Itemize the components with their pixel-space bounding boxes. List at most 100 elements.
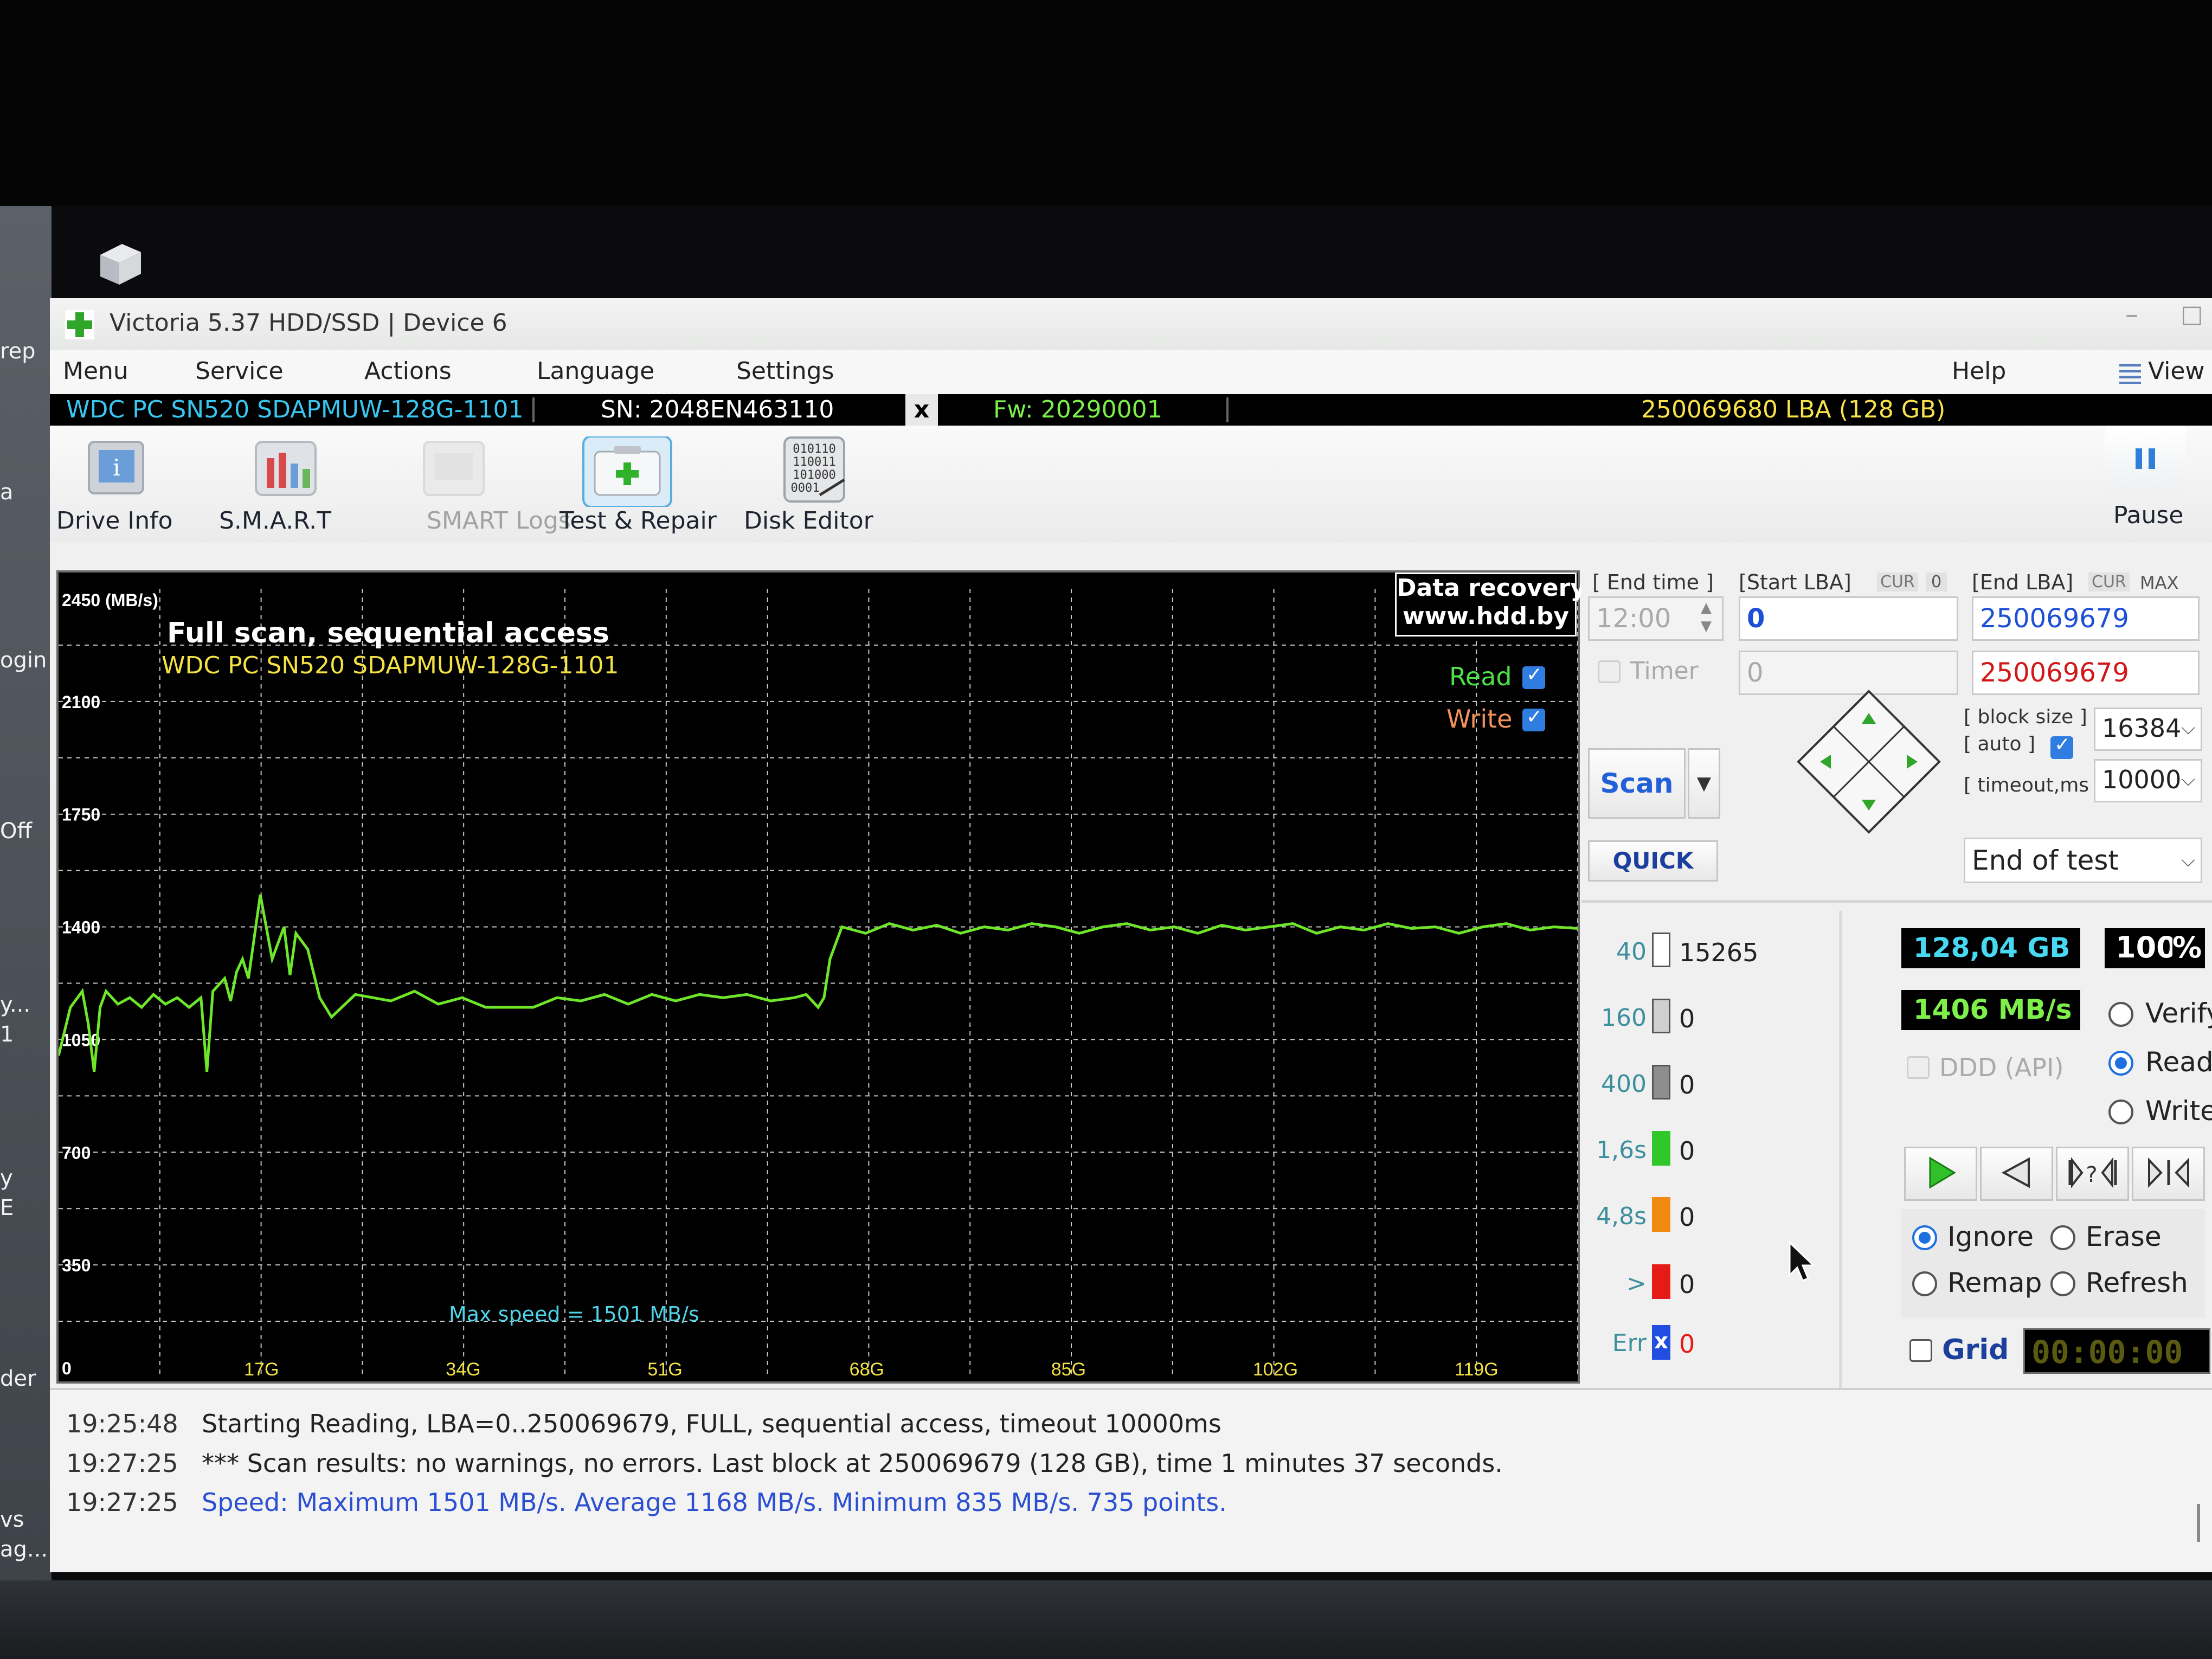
end-cur-button[interactable]: CUR: [2088, 573, 2130, 591]
y-tick-label: 2100: [62, 692, 100, 712]
counter-value: 15265: [1679, 938, 1759, 967]
counter-label: 4,8s: [1596, 1203, 1647, 1230]
desktop-label: a: [0, 480, 14, 505]
smart-bars-icon: [245, 436, 326, 501]
end-lba-input-2[interactable]: 250069679: [1972, 651, 2200, 695]
end-lba-input[interactable]: 250069679: [1972, 596, 2200, 641]
watermark-line2: www.hdd.by: [1402, 602, 1570, 630]
refresh-radio[interactable]: [2050, 1271, 2075, 1296]
title-bar[interactable]: Victoria 5.37 HDD/SSD | Device 6 – □: [50, 298, 2212, 350]
play-button[interactable]: [1904, 1147, 1977, 1201]
auto-label: [ auto ]: [1964, 733, 2035, 755]
verify-radio[interactable]: [2108, 1002, 2133, 1027]
minimize-button[interactable]: –: [2099, 298, 2164, 342]
ignore-radio[interactable]: [1912, 1225, 1937, 1250]
maximize-button[interactable]: □: [2181, 298, 2212, 342]
speed-readout: 1406 MB/s: [1901, 990, 2080, 1030]
svg-text:?: ?: [2086, 1162, 2097, 1187]
counter-value: 0: [1679, 1270, 1695, 1299]
toolbar: i Drive Info S.M.A.R.T SMART Logs Test &…: [50, 426, 2212, 542]
counter-label: 400: [1601, 1070, 1647, 1098]
menu-settings[interactable]: Settings: [736, 357, 834, 385]
device-model[interactable]: WDC PC SN520 SDAPMUW-128G-1101: [66, 394, 524, 426]
write-radio[interactable]: [2108, 1099, 2133, 1124]
percent-sign: %: [2172, 928, 2205, 968]
desktop-label: y...: [0, 992, 31, 1017]
end-lba-label: [End LBA]: [1972, 570, 2074, 594]
ddd-api-label: DDD (API): [1939, 1053, 2064, 1082]
timeout-select[interactable]: 10000 ⌵: [2094, 759, 2202, 802]
smart-logs-button[interactable]: SMART Logs: [375, 426, 571, 542]
pause-button[interactable]: Pause: [2088, 426, 2197, 542]
end-time-spinner[interactable]: ▲ ▼: [1693, 599, 1720, 638]
rewind-button[interactable]: [1980, 1147, 2053, 1201]
log-message: *** Scan results: no warnings, no errors…: [202, 1449, 1503, 1478]
drive-info-label: Drive Info: [56, 507, 173, 535]
menu-help[interactable]: Help: [1952, 357, 2006, 385]
read-mode-label: Read: [2145, 1046, 2212, 1078]
write-mode-label: Write: [2145, 1095, 2212, 1127]
desktop-drive-icon[interactable]: [89, 233, 149, 293]
auto-block-size-checkbox[interactable]: [2050, 734, 2073, 759]
write-checkbox[interactable]: [1522, 706, 1545, 731]
desktop-label: rep: [0, 339, 36, 364]
graph-subtitle: WDC PC SN520 SDAPMUW-128G-1101: [162, 652, 619, 679]
y-tick-label: 1050: [62, 1030, 100, 1050]
grid-checkbox[interactable]: [1909, 1339, 1932, 1362]
read-checkbox[interactable]: [1522, 664, 1545, 689]
menu-service[interactable]: Service: [195, 357, 284, 385]
counter-label: 1,6s: [1596, 1136, 1647, 1164]
svg-text:010110: 010110: [793, 442, 835, 456]
erase-radio[interactable]: [2050, 1225, 2075, 1250]
counter-swatch-err: x: [1652, 1325, 1670, 1360]
x-tick-label: 85G: [1051, 1359, 1086, 1380]
info-divider: [532, 397, 535, 422]
start-lba-input[interactable]: 0: [1739, 596, 1958, 641]
smart-button[interactable]: S.M.A.R.T: [213, 426, 353, 542]
end-time-label: [ End time ]: [1592, 570, 1714, 594]
block-size-select[interactable]: 16384 ⌵: [2094, 708, 2202, 751]
panel-divider-vertical: [1839, 911, 1842, 1388]
end-of-test-value: End of test: [1972, 845, 2119, 876]
green-cross-icon: [65, 310, 94, 339]
ddd-api-checkbox[interactable]: [1907, 1056, 1930, 1079]
timer-checkbox[interactable]: [1598, 660, 1621, 683]
ignore-label: Ignore: [1947, 1221, 2034, 1252]
seek-unknown-button[interactable]: ?: [2056, 1147, 2129, 1201]
menu-actions[interactable]: Actions: [364, 357, 452, 385]
close-device-button[interactable]: x: [905, 394, 938, 426]
disk-editor-icon: 010110 110011 101000 0001: [774, 436, 855, 503]
log-scrollbar[interactable]: [2197, 1504, 2200, 1542]
desktop-label: 1: [0, 1022, 14, 1047]
log-message: Speed: Maximum 1501 MB/s. Average 1168 M…: [202, 1488, 1227, 1517]
size-readout: 128,04 GB: [1901, 928, 2080, 968]
quick-button[interactable]: QUICK: [1588, 840, 1718, 882]
direction-pad[interactable]: [1796, 689, 1942, 835]
counter-swatch: [1652, 1065, 1670, 1099]
info-divider: [1226, 397, 1229, 422]
x-tick-label: 119G: [1455, 1359, 1499, 1380]
start-cur-button[interactable]: CUR: [1877, 573, 1918, 591]
control-panel: [ End time ] 12:00 ▲ ▼ [Start LBA] CUR 0 …: [1581, 564, 2212, 1388]
end-max-button[interactable]: MAX: [2140, 573, 2178, 593]
device-serial[interactable]: SN: 2048EN463110: [601, 394, 834, 426]
seek-end-button[interactable]: [2132, 1147, 2205, 1201]
x-tick-label: 102G: [1253, 1359, 1298, 1380]
disk-editor-button[interactable]: 010110 110011 101000 0001 Disk Editor: [738, 426, 901, 542]
pause-icon: [2105, 426, 2186, 491]
menu-bar: Menu Service Actions Language Settings H…: [50, 350, 2212, 394]
rewind-icon: [2001, 1157, 2030, 1188]
end-of-test-select[interactable]: End of test ⌵: [1964, 838, 2202, 883]
counter-value: 0: [1679, 1070, 1695, 1099]
device-capacity: 250069680 LBA (128 GB): [1641, 396, 1946, 423]
test-repair-button[interactable]: Test & Repair: [549, 426, 722, 542]
desktop-label: vs: [0, 1507, 24, 1532]
menu-view[interactable]: View: [2148, 357, 2204, 385]
scan-button[interactable]: Scan: [1588, 748, 1686, 819]
menu-language[interactable]: Language: [537, 357, 654, 385]
menu-menu[interactable]: Menu: [63, 357, 128, 385]
read-radio[interactable]: [2108, 1051, 2133, 1076]
scan-dropdown-button[interactable]: ▼: [1688, 748, 1720, 819]
drive-info-button[interactable]: i Drive Info: [50, 426, 191, 542]
remap-radio[interactable]: [1912, 1271, 1937, 1296]
